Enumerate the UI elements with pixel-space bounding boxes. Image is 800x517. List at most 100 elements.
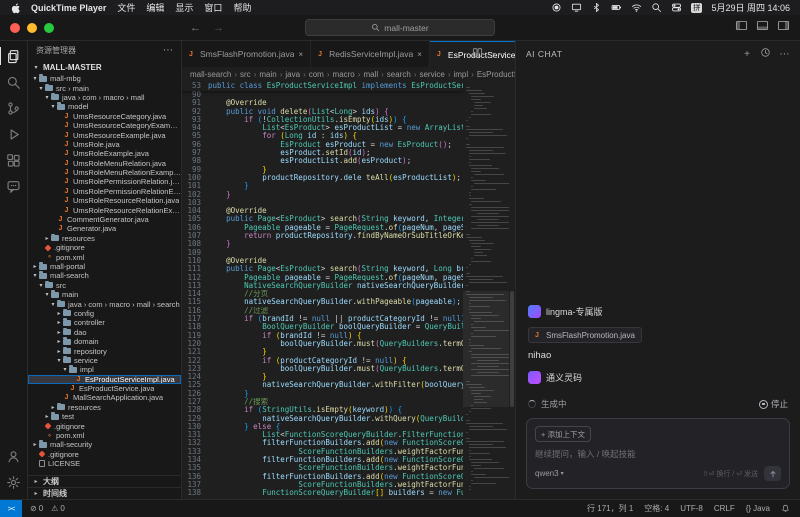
tree-item-model[interactable]: ▾model <box>28 102 181 111</box>
split-editor-icon[interactable] <box>472 45 483 63</box>
tree-item-mallsearchapplication-java[interactable]: JMallSearchApplication.java <box>28 393 181 402</box>
account-icon[interactable] <box>0 443 28 469</box>
eol-setting[interactable]: CRLF <box>714 504 735 513</box>
code-line[interactable]: 118 BoolQueryBuilder boolQueryBuilder = … <box>182 323 463 331</box>
code-line[interactable]: 129 nativeSearchQueryBuilder.withQuery(Q… <box>182 415 463 423</box>
code-line[interactable]: 115 nativeSearchQueryBuilder.withPageabl… <box>182 298 463 306</box>
code-line[interactable]: 109 <box>182 249 463 257</box>
code-line[interactable]: 121 } <box>182 348 463 356</box>
tree-item-impl[interactable]: ▾impl <box>28 365 181 374</box>
tree-item-mall-portal[interactable]: ▸mall-portal <box>28 262 181 271</box>
code-line[interactable]: 131 List<FunctionScoreQueryBuilder.Filte… <box>182 431 463 439</box>
code-line[interactable]: 127 //搜索 <box>182 398 463 406</box>
code-line[interactable]: 91 @Override <box>182 99 463 107</box>
history-icon[interactable] <box>760 47 771 61</box>
navigate-back-icon[interactable]: ← <box>190 22 201 34</box>
tree-item-mall-search[interactable]: ▾mall-search <box>28 271 181 280</box>
tree-item-dao[interactable]: ▸dao <box>28 328 181 337</box>
zoom-window-button[interactable] <box>44 23 54 33</box>
breadcrumb-item[interactable]: mall <box>363 70 378 79</box>
language-mode[interactable]: {} Java <box>746 504 770 513</box>
chat-input-box[interactable]: + 添加上下文 继续提问，输入 / 唤起技能 qwen3 ▾ ⇧⏎ 换行 / ⏎… <box>526 418 790 489</box>
tree-item-gitignore[interactable]: .gitignore <box>28 450 181 459</box>
breadcrumb-item[interactable]: src <box>240 70 251 79</box>
control-center-icon[interactable] <box>671 2 682 13</box>
settings-icon[interactable] <box>0 469 28 495</box>
code-line[interactable]: 92 public void delete(List<Long> ids) { <box>182 108 463 116</box>
code-line[interactable]: 110 @Override <box>182 257 463 265</box>
tree-item-controller[interactable]: ▸controller <box>28 318 181 327</box>
section-timeline[interactable]: ▸时间线 <box>28 487 181 499</box>
input-method-badge[interactable]: 拼 <box>691 3 703 13</box>
code-line[interactable]: 98 esProductList.add(esProduct); <box>182 157 463 165</box>
add-context-button[interactable]: + 添加上下文 <box>535 426 591 442</box>
tree-item-repository[interactable]: ▸repository <box>28 346 181 355</box>
code-line[interactable]: 133 ScoreFunctionBuilders.weightFactorFu… <box>182 448 463 456</box>
editor-scrollbar[interactable] <box>509 82 515 499</box>
code-line[interactable]: 122 if (productCategoryId != null) { <box>182 357 463 365</box>
minimize-window-button[interactable] <box>27 23 37 33</box>
code-line[interactable]: 138 FunctionScoreQueryBuilder[] builders… <box>182 489 463 497</box>
problems-indicator[interactable]: ⊘0 ⚠0 <box>22 504 73 513</box>
tree-item-config[interactable]: ▸config <box>28 309 181 318</box>
minimap-viewport[interactable] <box>463 291 509 408</box>
code-line[interactable]: 117 if (brandId != null || productCatego… <box>182 315 463 323</box>
bluetooth-icon[interactable] <box>591 2 602 13</box>
code-line[interactable]: 105 public Page<EsProduct> search(String… <box>182 215 463 223</box>
code-line[interactable]: 120 boolQueryBuilder.must(QueryBuilders.… <box>182 340 463 348</box>
run-debug-icon[interactable] <box>0 121 28 147</box>
search-icon[interactable] <box>0 69 28 95</box>
code-line[interactable]: 104 @Override <box>182 207 463 215</box>
indentation-setting[interactable]: 空格: 4 <box>644 503 669 514</box>
tree-item-umsresourcecategory-java[interactable]: JUmsResourceCategory.java <box>28 112 181 121</box>
cursor-position[interactable]: 行 171，列 1 <box>587 503 633 514</box>
tab-redisserviceimpl-java[interactable]: JRedisServiceImpl.java× <box>311 41 430 67</box>
code-editor[interactable]: 53 public class EsProductServiceImpl imp… <box>182 82 515 499</box>
code-line[interactable]: 90 <box>182 91 463 99</box>
tree-item-resources[interactable]: ▸resources <box>28 403 181 412</box>
menubar-menu-item[interactable]: 帮助 <box>233 1 251 14</box>
tree-item-esproductservice-java[interactable]: JEsProductService.java <box>28 384 181 393</box>
project-root-row[interactable]: ▾ MALL-MASTER <box>28 60 181 74</box>
tree-item-java-com-macro-mall-search[interactable]: ▾java › com › macro › mall › search <box>28 299 181 308</box>
attached-file-chip[interactable]: J SmsFlashPromotion.java <box>528 327 642 343</box>
chat-input-placeholder[interactable]: 继续提问，输入 / 唤起技能 <box>535 448 781 460</box>
record-icon[interactable] <box>551 2 562 13</box>
display-icon[interactable] <box>571 2 582 13</box>
tree-item-umsrolepermissionrelationexample-java[interactable]: JUmsRolePermissionRelationExample.java <box>28 187 181 196</box>
code-line[interactable]: 128 if (StringUtils.isEmpty(keyword)) { <box>182 406 463 414</box>
tree-item-umsroleresourcerelation-java[interactable]: JUmsRoleResourceRelation.java <box>28 196 181 205</box>
tree-item-pom-xml[interactable]: ‹›pom.xml <box>28 431 181 440</box>
code-line[interactable]: 123 boolQueryBuilder.must(QueryBuilders.… <box>182 365 463 373</box>
tree-item-umsrolemenurelationexample-java[interactable]: JUmsRoleMenuRelationExample.java <box>28 168 181 177</box>
breadcrumb-item[interactable]: main <box>259 70 276 79</box>
tab-smsflashpromotion-java[interactable]: JSmsFlashPromotion.java× <box>182 41 311 67</box>
tree-item-generator-java[interactable]: JGenerator.java <box>28 224 181 233</box>
tree-item-test[interactable]: ▸test <box>28 412 181 421</box>
code-line[interactable]: 102 } <box>182 191 463 199</box>
breadcrumb-item[interactable]: EsProductServiceImpl.java <box>477 70 515 79</box>
explorer-icon[interactable] <box>0 43 28 69</box>
scrollbar-thumb[interactable] <box>510 291 514 408</box>
new-chat-icon[interactable]: + <box>744 49 750 60</box>
tree-item-resources[interactable]: ▸resources <box>28 234 181 243</box>
tree-item-src[interactable]: ▾src <box>28 281 181 290</box>
code-line[interactable]: 134 filterFunctionBuilders.add(new Funct… <box>182 456 463 464</box>
explorer-more-actions-icon[interactable]: ⋯ <box>163 45 173 56</box>
code-line[interactable]: 116 //过滤 <box>182 307 463 315</box>
code-line[interactable]: 113 NativeSearchQueryBuilder nativeSearc… <box>182 282 463 290</box>
stop-generating-button[interactable]: 停止 <box>759 398 788 410</box>
ai-chat-icon[interactable] <box>0 173 28 199</box>
breadcrumb-item[interactable]: java <box>285 70 300 79</box>
close-tab-icon[interactable]: × <box>298 50 303 59</box>
navigate-forward-icon[interactable]: → <box>213 22 224 34</box>
search-icon[interactable] <box>651 2 662 13</box>
tree-item-domain[interactable]: ▸domain <box>28 337 181 346</box>
code-line[interactable]: 100 productRepository.dele teAll(esProdu… <box>182 174 463 182</box>
menubar-menu-item[interactable]: 文件 <box>117 1 135 14</box>
close-window-button[interactable] <box>10 23 20 33</box>
tree-item-umsroleresourcerelationexample-java[interactable]: JUmsRoleResourceRelationExample.java <box>28 205 181 214</box>
more-icon[interactable]: ⋯ <box>780 49 791 60</box>
model-selector[interactable]: qwen3 ▾ <box>535 469 564 478</box>
close-tab-icon[interactable]: × <box>417 50 422 59</box>
